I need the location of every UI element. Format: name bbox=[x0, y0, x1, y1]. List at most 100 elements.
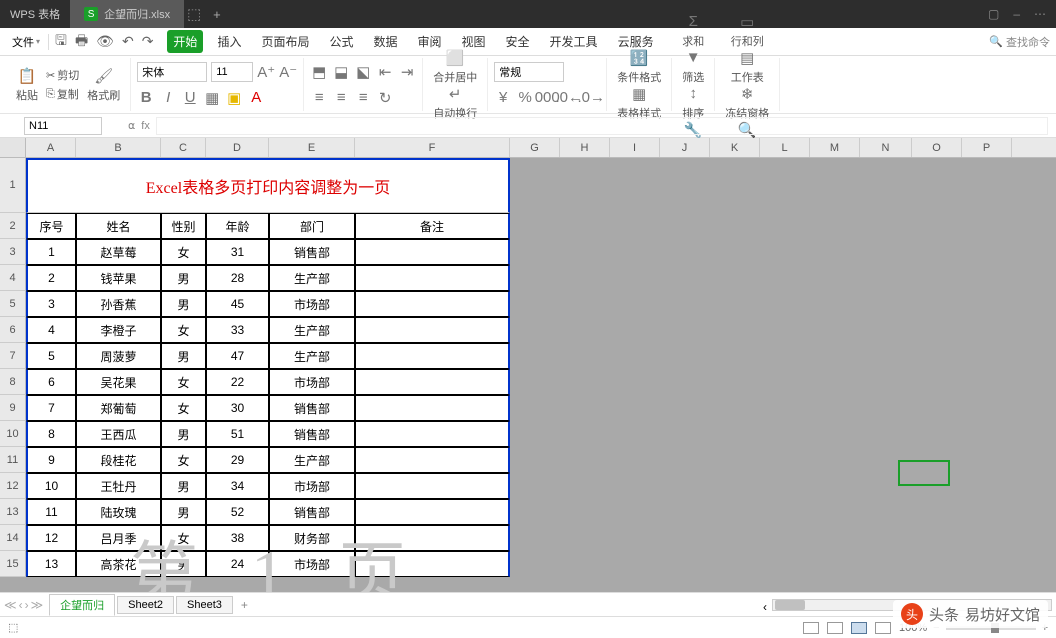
cell[interactable] bbox=[355, 395, 510, 421]
row-header[interactable]: 12 bbox=[0, 473, 26, 499]
print-icon[interactable]: 🖶 bbox=[71, 30, 92, 54]
name-box[interactable]: N11 bbox=[24, 117, 102, 135]
cell[interactable]: 9 bbox=[26, 447, 76, 473]
col-header[interactable]: G bbox=[510, 138, 560, 157]
cell[interactable]: 郑葡萄 bbox=[76, 395, 161, 421]
cell[interactable]: 市场部 bbox=[269, 551, 355, 577]
rowcol-button[interactable]: ▭行和列 bbox=[721, 13, 773, 49]
cell[interactable]: 7 bbox=[26, 395, 76, 421]
status-icon[interactable]: ⬚ bbox=[8, 621, 18, 634]
redo-icon[interactable]: ↷ bbox=[138, 33, 158, 50]
cell[interactable] bbox=[355, 291, 510, 317]
sheet-area[interactable]: ABCDEFGHIJKLMNOP 1Excel表格多页打印内容调整为一页2序号姓… bbox=[0, 138, 1056, 592]
tab-start[interactable]: 开始 bbox=[167, 30, 203, 53]
decrease-font-icon[interactable]: A⁻ bbox=[279, 63, 297, 81]
cell[interactable]: 钱苹果 bbox=[76, 265, 161, 291]
align-mid-icon[interactable]: ⬓ bbox=[332, 63, 350, 81]
cell[interactable]: 王西瓜 bbox=[76, 421, 161, 447]
cell[interactable]: 3 bbox=[26, 291, 76, 317]
undo-icon[interactable]: ↶ bbox=[118, 33, 138, 50]
cell[interactable]: 市场部 bbox=[269, 369, 355, 395]
cell[interactable]: 22 bbox=[206, 369, 269, 395]
cell[interactable]: 部门 bbox=[269, 213, 355, 239]
col-header[interactable]: O bbox=[912, 138, 962, 157]
col-header[interactable]: C bbox=[161, 138, 206, 157]
window-maximize-icon[interactable]: ▢ bbox=[988, 7, 999, 21]
currency-icon[interactable]: ¥ bbox=[494, 89, 512, 107]
align-bot-icon[interactable]: ⬕ bbox=[354, 63, 372, 81]
border-icon[interactable]: ▦ bbox=[203, 89, 221, 107]
font-select[interactable]: 宋体 bbox=[137, 62, 207, 82]
cell[interactable]: 33 bbox=[206, 317, 269, 343]
col-header[interactable]: M bbox=[810, 138, 860, 157]
cell[interactable]: 市场部 bbox=[269, 473, 355, 499]
select-all-corner[interactable] bbox=[0, 138, 26, 157]
dec-dec-icon[interactable]: .0→ bbox=[582, 89, 600, 107]
sort-button[interactable]: ↕排序 bbox=[678, 85, 708, 121]
cell[interactable]: 销售部 bbox=[269, 395, 355, 421]
row-header[interactable]: 4 bbox=[0, 265, 26, 291]
col-header[interactable]: K bbox=[710, 138, 760, 157]
col-header[interactable]: I bbox=[610, 138, 660, 157]
window-minimize-icon[interactable]: – bbox=[1013, 7, 1020, 21]
cell[interactable]: 12 bbox=[26, 525, 76, 551]
cell[interactable]: 11 bbox=[26, 499, 76, 525]
view-normal-icon[interactable] bbox=[803, 622, 819, 634]
cell[interactable] bbox=[355, 525, 510, 551]
increase-font-icon[interactable]: A⁺ bbox=[257, 63, 275, 81]
cell[interactable]: 销售部 bbox=[269, 421, 355, 447]
cell[interactable]: 女 bbox=[161, 317, 206, 343]
cell[interactable]: 女 bbox=[161, 447, 206, 473]
cell[interactable] bbox=[355, 265, 510, 291]
cell[interactable] bbox=[355, 317, 510, 343]
add-sheet-button[interactable]: + bbox=[235, 598, 254, 612]
cell[interactable]: 女 bbox=[161, 525, 206, 551]
sheet-tab-2[interactable]: Sheet2 bbox=[117, 596, 174, 614]
col-header[interactable]: A bbox=[26, 138, 76, 157]
worksheet-button[interactable]: ▤工作表 bbox=[721, 49, 773, 85]
cell[interactable]: 男 bbox=[161, 499, 206, 525]
tab-options-icon[interactable]: ⬚ bbox=[185, 5, 203, 23]
sheet-tab-3[interactable]: Sheet3 bbox=[176, 596, 233, 614]
column-headers[interactable]: ABCDEFGHIJKLMNOP bbox=[0, 138, 1056, 158]
copy-button[interactable]: ⎘ 复制 bbox=[46, 86, 79, 102]
tab-devtools[interactable]: 开发工具 bbox=[544, 30, 604, 53]
row-header[interactable]: 1 bbox=[0, 158, 26, 213]
cell[interactable]: 生产部 bbox=[269, 317, 355, 343]
cell[interactable]: 男 bbox=[161, 551, 206, 577]
col-header[interactable]: F bbox=[355, 138, 510, 157]
row-header[interactable]: 14 bbox=[0, 525, 26, 551]
window-more-icon[interactable]: ⋯ bbox=[1034, 7, 1046, 21]
cell[interactable]: 38 bbox=[206, 525, 269, 551]
freeze-button[interactable]: ❄冻结窗格 bbox=[721, 85, 773, 121]
view-reader-icon[interactable] bbox=[875, 622, 891, 634]
cell[interactable]: 1 bbox=[26, 239, 76, 265]
wrap-text-button[interactable]: ↵自动换行 bbox=[429, 85, 481, 121]
merge-center-button[interactable]: ⬜合并居中 bbox=[429, 49, 481, 85]
dec-inc-icon[interactable]: .0← bbox=[560, 89, 578, 107]
number-format-select[interactable]: 常规 bbox=[494, 62, 564, 82]
cell[interactable]: 财务部 bbox=[269, 525, 355, 551]
cell[interactable]: 6 bbox=[26, 369, 76, 395]
cell[interactable] bbox=[355, 369, 510, 395]
col-header[interactable]: E bbox=[269, 138, 355, 157]
cell[interactable] bbox=[355, 239, 510, 265]
cell[interactable] bbox=[355, 421, 510, 447]
percent-icon[interactable]: % bbox=[516, 89, 534, 107]
row-header[interactable]: 10 bbox=[0, 421, 26, 447]
cell[interactable] bbox=[355, 473, 510, 499]
comma-icon[interactable]: 000 bbox=[538, 89, 556, 107]
cell[interactable]: 女 bbox=[161, 239, 206, 265]
cell[interactable]: 销售部 bbox=[269, 499, 355, 525]
sheet-tab-1[interactable]: 企望而归 bbox=[49, 594, 115, 616]
cell[interactable]: 男 bbox=[161, 473, 206, 499]
col-header[interactable]: D bbox=[206, 138, 269, 157]
col-header[interactable]: H bbox=[560, 138, 610, 157]
cell[interactable]: 年龄 bbox=[206, 213, 269, 239]
underline-icon[interactable]: U bbox=[181, 89, 199, 107]
cell[interactable]: 高茶花 bbox=[76, 551, 161, 577]
cell[interactable]: 5 bbox=[26, 343, 76, 369]
cell[interactable]: 47 bbox=[206, 343, 269, 369]
cell[interactable]: 30 bbox=[206, 395, 269, 421]
cell[interactable]: 2 bbox=[26, 265, 76, 291]
